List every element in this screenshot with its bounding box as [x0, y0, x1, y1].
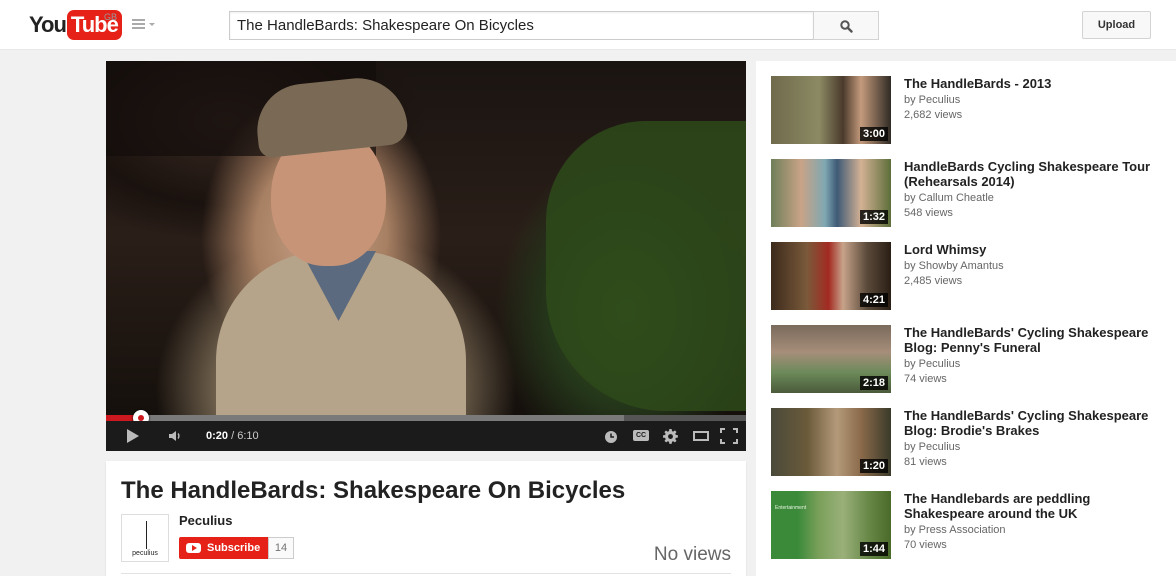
related-video-views: 548 views: [904, 207, 953, 219]
related-video-item[interactable]: 4:21 Lord Whimsy by Showby Amantus 2,485…: [771, 242, 1171, 312]
volume-icon: [169, 431, 180, 441]
video-duration: 1:20: [859, 459, 888, 473]
video-duration: 1:32: [859, 210, 888, 224]
time-separator: /: [228, 430, 238, 442]
chevron-down-icon: [149, 23, 155, 26]
upload-button[interactable]: Upload: [1082, 11, 1151, 39]
subscriber-count: 14: [268, 537, 294, 559]
region-label: GB: [104, 12, 118, 22]
related-video-title[interactable]: The Handlebards are peddling Shakespeare …: [904, 491, 1169, 521]
settings-gear-icon: [663, 429, 678, 444]
related-video-title[interactable]: HandleBards Cycling Shakespeare Tour (Reh…: [904, 159, 1169, 189]
video-thumbnail[interactable]: 1:32: [771, 159, 891, 227]
video-title: The HandleBards: Shakespeare On Bicycles: [121, 477, 626, 504]
divider: [121, 573, 731, 574]
related-video-title[interactable]: The HandleBards - 2013: [904, 76, 1169, 91]
watch-later-icon: [605, 431, 617, 443]
duration: 6:10: [237, 430, 259, 442]
video-thumbnail[interactable]: 3:00: [771, 76, 891, 144]
related-video-item[interactable]: 3:00 The HandleBards - 2013 by Peculius …: [771, 76, 1171, 146]
captions-button[interactable]: CC: [633, 421, 651, 451]
related-video-item[interactable]: Entertainment 1:44 The Handlebards are pe…: [771, 491, 1171, 561]
video-duration: 3:00: [859, 127, 888, 141]
play-icon: [127, 429, 139, 443]
youtube-play-icon: [186, 543, 201, 553]
channel-name-link[interactable]: Peculius: [179, 513, 232, 528]
volume-button[interactable]: [166, 421, 188, 451]
channel-avatar[interactable]: peculius: [121, 514, 169, 562]
settings-button[interactable]: [663, 421, 681, 451]
time-display: 0:20 / 6:10: [206, 430, 259, 442]
related-video-channel: by Press Association: [904, 524, 1006, 536]
related-video-channel: by Peculius: [904, 358, 961, 370]
related-video-item[interactable]: 2:18 The HandleBards' Cycling Shakespear…: [771, 325, 1171, 395]
subscribe-button[interactable]: Subscribe: [179, 537, 268, 559]
related-video-title[interactable]: Lord Whimsy: [904, 242, 1169, 257]
related-video-item[interactable]: 1:32 HandleBards Cycling Shakespeare Tou…: [771, 159, 1171, 229]
related-video-views: 2,682 views: [904, 109, 963, 121]
related-video-views: 2,485 views: [904, 275, 963, 287]
captions-icon: CC: [633, 430, 649, 441]
video-duration: 1:44: [859, 542, 888, 556]
current-time: 0:20: [206, 430, 229, 442]
related-video-views: 70 views: [904, 539, 947, 551]
related-video-title[interactable]: The HandleBards' Cycling Shakespeare Blog…: [904, 408, 1169, 438]
related-video-views: 81 views: [904, 456, 947, 468]
watch-header: The HandleBards: Shakespeare On Bicycles…: [106, 461, 746, 576]
related-video-views: 74 views: [904, 373, 947, 385]
video-thumbnail[interactable]: Entertainment 1:44: [771, 491, 891, 559]
guide-menu-button[interactable]: [132, 19, 156, 33]
related-video-channel: by Showby Amantus: [904, 260, 1004, 272]
video-thumbnail[interactable]: 4:21: [771, 242, 891, 310]
fullscreen-button[interactable]: [720, 421, 740, 451]
player-controls: 0:20 / 6:10 CC: [106, 421, 746, 451]
related-video-item[interactable]: 1:20 The HandleBards' Cycling Shakespear…: [771, 408, 1171, 478]
related-video-title[interactable]: The HandleBards' Cycling Shakespeare Blog…: [904, 325, 1169, 355]
thumbnail-caption: Entertainment: [775, 505, 807, 511]
video-duration: 4:21: [859, 293, 888, 307]
related-video-channel: by Callum Cheatle: [904, 192, 994, 204]
subscribe-label: Subscribe: [207, 542, 261, 554]
view-count: No views: [653, 544, 731, 565]
video-frame[interactable]: [106, 61, 746, 421]
video-thumbnail[interactable]: 1:20: [771, 408, 891, 476]
guide-menu-icon: [132, 19, 145, 31]
search-button[interactable]: [813, 11, 879, 40]
fullscreen-icon: [720, 428, 738, 444]
related-video-channel: by Peculius: [904, 441, 961, 453]
video-duration: 2:18: [859, 376, 888, 390]
watch-later-button[interactable]: [604, 421, 620, 451]
related-video-channel: by Peculius: [904, 94, 961, 106]
video-player[interactable]: 0:20 / 6:10 CC: [106, 61, 746, 451]
player-size-icon: [693, 431, 709, 441]
play-button[interactable]: [124, 421, 144, 451]
video-thumbnail[interactable]: 2:18: [771, 325, 891, 393]
logo-you-text: You: [29, 12, 67, 37]
search-icon: [840, 20, 853, 33]
masthead: YouTube GB Upload: [0, 0, 1176, 50]
related-videos-sidebar: 3:00 The HandleBards - 2013 by Peculius …: [756, 61, 1176, 576]
avatar-label: peculius: [132, 550, 158, 557]
search-input[interactable]: [229, 11, 814, 40]
player-size-button[interactable]: [691, 421, 713, 451]
